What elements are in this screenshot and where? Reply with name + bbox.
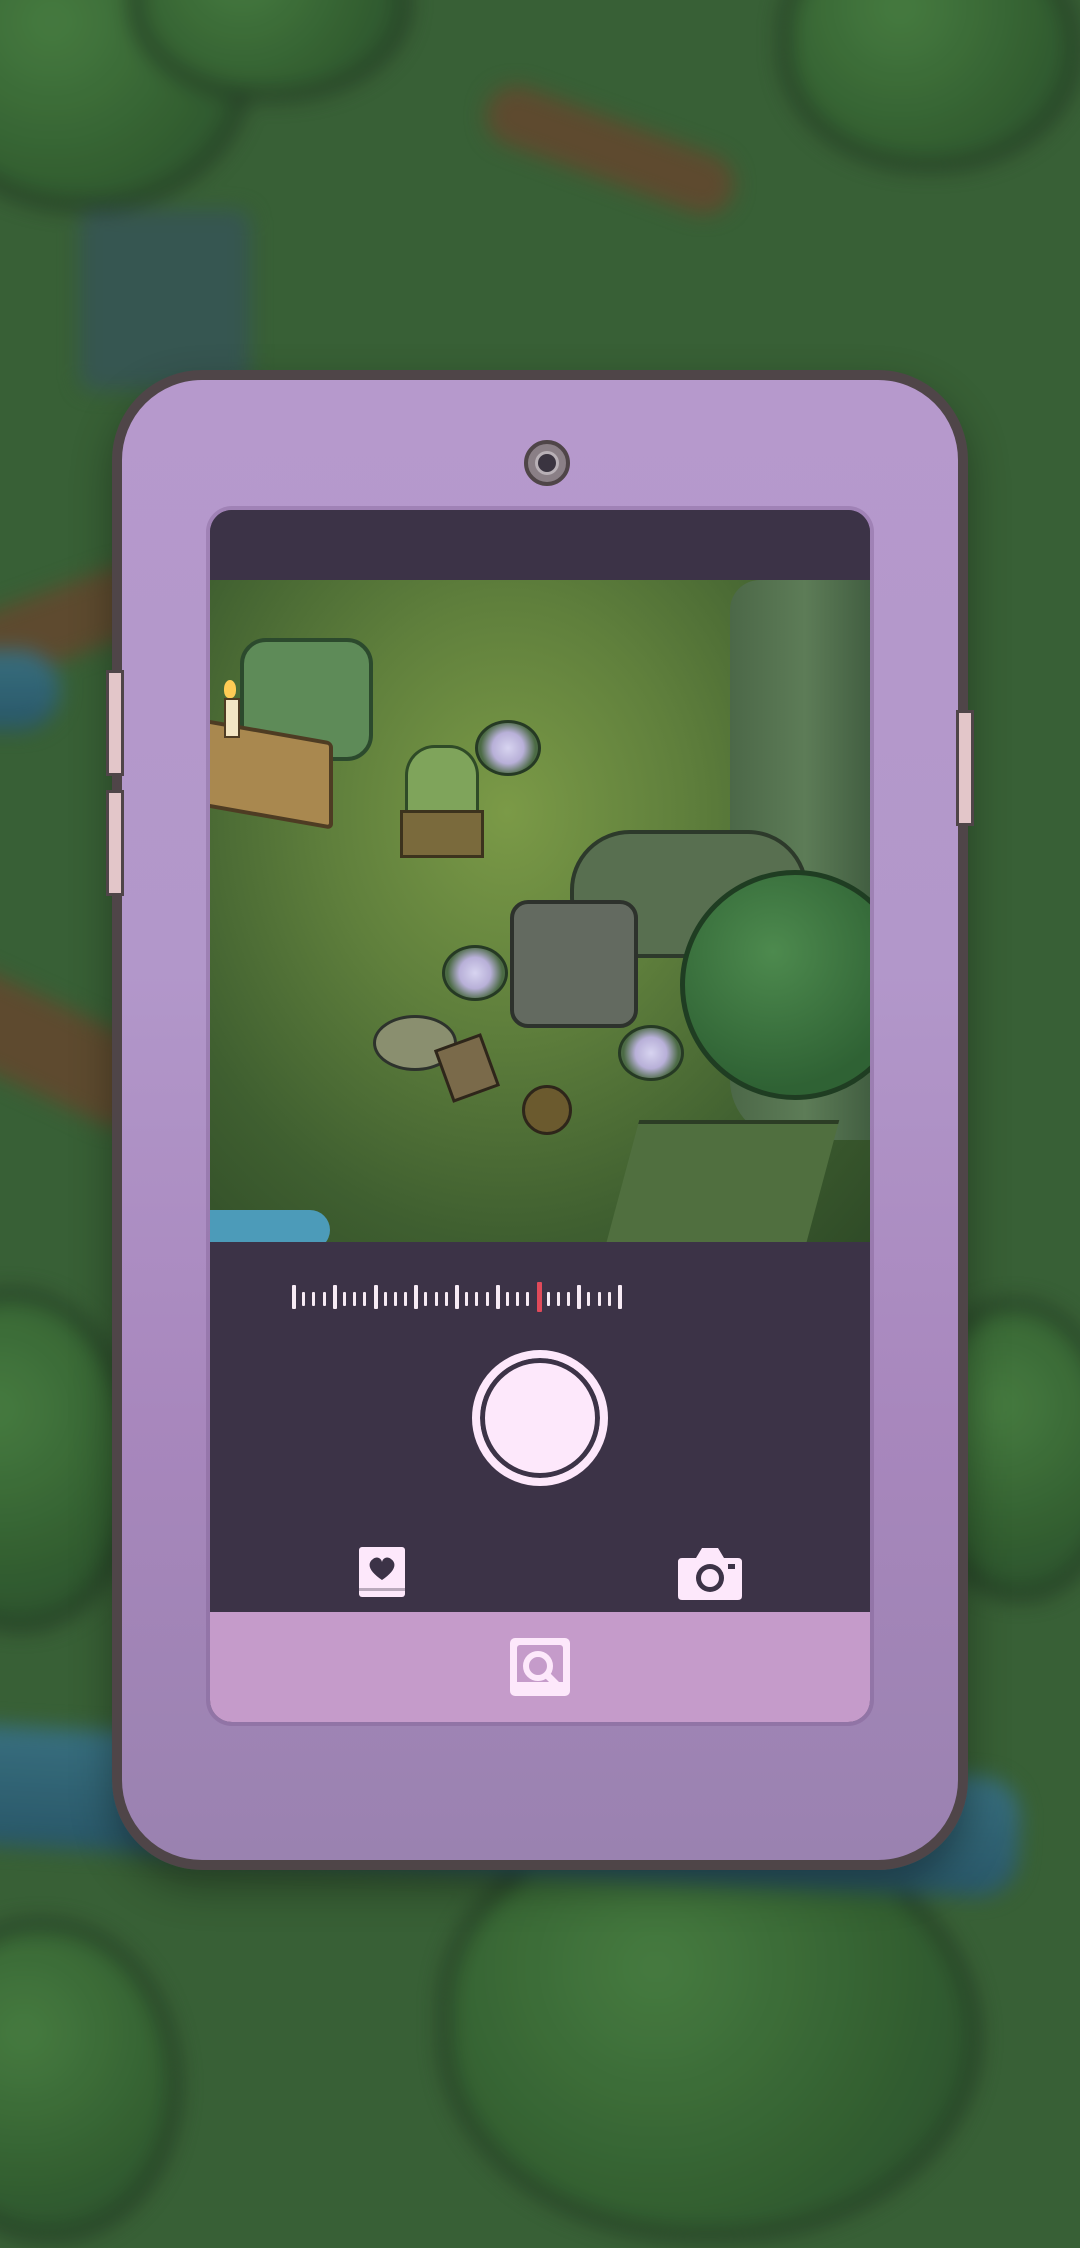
zoom-slider-tick	[393, 1292, 397, 1306]
zoom-slider-tick	[556, 1292, 560, 1306]
zoom-slider-tick	[485, 1292, 489, 1306]
zoom-slider-tick	[353, 1292, 357, 1306]
photo-mode-icon	[510, 1638, 570, 1696]
zoom-slider-tick	[404, 1292, 408, 1306]
zoom-slider-tick	[567, 1292, 571, 1306]
camera-viewfinder[interactable]	[210, 580, 870, 1242]
zoom-slider-tick	[465, 1292, 469, 1306]
shutter-button[interactable]	[472, 1350, 608, 1486]
zoom-slider-tick	[618, 1285, 622, 1309]
game-screen	[0, 0, 1080, 2248]
zoom-slider-tick	[526, 1292, 530, 1306]
zoom-slider-tick	[597, 1292, 601, 1306]
zoom-slider-tick	[546, 1292, 550, 1306]
zoom-slider-tick	[292, 1285, 296, 1309]
zoom-slider-tick	[373, 1285, 378, 1309]
zoom-slider-tick	[302, 1292, 306, 1306]
viewfinder-candle-flame	[224, 680, 236, 698]
phone-screen	[210, 510, 870, 1722]
camera-button[interactable]	[676, 1542, 744, 1602]
zoom-slider-tick	[414, 1285, 419, 1309]
zoom-slider-tick	[332, 1285, 337, 1309]
phone-side-button-left-lower	[106, 790, 124, 896]
zoom-slider-tick	[322, 1292, 326, 1306]
viewfinder-planter-box	[400, 810, 484, 858]
viewfinder-lantern	[522, 1085, 572, 1135]
bottom-bar	[210, 1612, 870, 1722]
zoom-slider-tick	[434, 1292, 438, 1306]
zoom-slider-tick	[312, 1292, 316, 1306]
zoom-slider-tick	[444, 1292, 448, 1306]
viewfinder-flower-bush	[475, 720, 541, 776]
zoom-slider-tick	[495, 1285, 500, 1309]
zoom-slider-tick	[587, 1292, 591, 1306]
zoom-slider-tick	[516, 1292, 520, 1306]
zoom-slider-tick	[475, 1292, 479, 1306]
viewfinder-stone-bench	[510, 900, 638, 1028]
phone-device	[106, 370, 974, 1870]
zoom-slider-tick	[383, 1292, 387, 1306]
photo-mode-button[interactable]	[506, 1634, 574, 1700]
viewfinder-water	[210, 1210, 330, 1242]
screen-top-bar	[210, 510, 870, 580]
viewfinder-candle	[224, 698, 240, 738]
viewfinder-flower-bush	[618, 1025, 684, 1081]
camera-controls	[210, 1242, 870, 1612]
photo-heart-icon	[359, 1547, 405, 1597]
zoom-slider-tick	[577, 1285, 582, 1309]
camera-icon	[678, 1548, 742, 1600]
gallery-button[interactable]	[356, 1544, 408, 1600]
zoom-slider-tick	[342, 1292, 346, 1306]
zoom-slider-indicator[interactable]	[536, 1282, 542, 1312]
zoom-slider-tick	[363, 1292, 367, 1306]
zoom-slider-tick	[607, 1292, 611, 1306]
zoom-slider-tick	[424, 1292, 428, 1306]
zoom-slider-tick	[505, 1292, 509, 1306]
zoom-slider[interactable]	[292, 1282, 624, 1312]
phone-side-button-right	[956, 710, 974, 826]
zoom-slider-tick	[455, 1285, 459, 1309]
viewfinder-flower-bush	[442, 945, 508, 1001]
phone-side-button-left-upper	[106, 670, 124, 776]
front-camera-lens-icon	[524, 440, 570, 486]
viewfinder-grass-ledge	[600, 1120, 840, 1242]
